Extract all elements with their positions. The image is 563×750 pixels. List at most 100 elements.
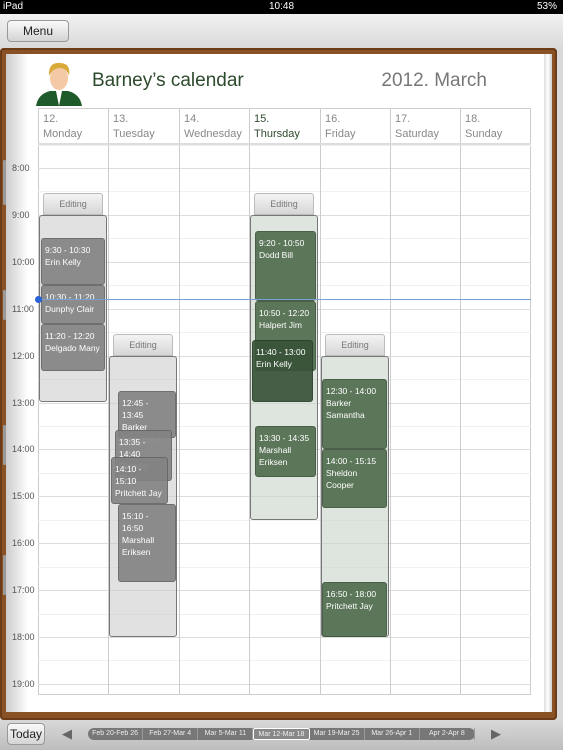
hour-label: 13:00 (12, 397, 35, 408)
hour-label: 10:00 (12, 256, 35, 267)
hour-label: 16:00 (12, 538, 35, 549)
event-card[interactable]: 16:50 - 18:00 Pritchett Jay (322, 582, 387, 637)
event-card[interactable]: 15:10 - 16:50 Marshall Eriksen (118, 504, 176, 583)
week-option[interactable]: Feb 27-Mar 4 (143, 728, 199, 740)
day-name: Tuesday (113, 128, 155, 140)
toolbar: Menu (0, 14, 563, 50)
week-option[interactable]: Mar 26-Apr 1 (365, 728, 420, 740)
event-title: Pritchett Jay (115, 488, 162, 499)
event-time: 14:10 - 15:10 (115, 464, 142, 487)
day-header-sunday[interactable]: 18. Sunday (460, 108, 531, 145)
editing-tab[interactable]: Editing (113, 333, 173, 356)
day-name: Thursday (254, 128, 300, 140)
event-time: 10:30 - 11:20 (45, 292, 95, 303)
day-header-wednesday[interactable]: 14. Wednesday (179, 108, 249, 145)
page-tab (3, 160, 6, 205)
hour-label: 9:00 (12, 209, 30, 220)
event-time: 15:10 - 16:50 (122, 511, 149, 534)
event-title: Barker Samantha (326, 398, 365, 421)
week-option[interactable]: Mar 19-Mar 25 (310, 728, 365, 740)
event-title: Dodd Bill (259, 249, 294, 260)
day-number: 14. (184, 113, 200, 125)
event-card[interactable]: 10:30 - 11:20 Dunphy Clair (41, 285, 105, 325)
hour-line (38, 637, 531, 638)
day-header-saturday[interactable]: 17. Saturday (390, 108, 460, 145)
event-title: Marshall Eriksen (259, 444, 292, 467)
day-name: Saturday (395, 128, 440, 140)
hour-label: 11:00 (12, 303, 34, 314)
event-card[interactable]: 11:20 - 12:20 Delgado Many (41, 324, 105, 372)
day-name: Sunday (465, 128, 503, 140)
previous-week-arrow-icon[interactable]: ◀ (62, 726, 72, 742)
page-tab (3, 290, 6, 320)
next-week-arrow-icon[interactable]: ▶ (491, 726, 501, 742)
event-title: Dunphy Clair (45, 304, 95, 315)
column-divider (179, 108, 180, 695)
week-option[interactable]: Mar 12-Mar 18 (253, 728, 310, 740)
event-title: Delgado Many (45, 343, 100, 354)
day-number: 17. (395, 113, 411, 125)
event-title: Halpert Jim (259, 319, 302, 330)
battery: 53% (536, 1, 557, 12)
day-header-friday[interactable]: 16. Friday (320, 108, 390, 145)
page-edge (544, 54, 552, 712)
event-card[interactable]: 13:30 - 14:35 Marshall Eriksen (255, 425, 316, 477)
half-hour-line (38, 660, 531, 662)
day-name: Friday (325, 128, 356, 140)
event-time: 11:20 - 12:20 (45, 331, 95, 342)
week-option[interactable]: Mar 5-Mar 11 (198, 728, 254, 740)
hour-line (38, 683, 531, 685)
day-number: 16. (325, 113, 341, 125)
event-card[interactable]: 14:10 - 15:10 Pritchett Jay (111, 457, 168, 505)
day-name: Wednesday (184, 128, 242, 140)
column-divider (460, 108, 461, 695)
event-card[interactable]: 14:00 - 15:15 Sheldon Cooper (322, 449, 387, 509)
month-label: 2012. March (381, 70, 487, 91)
event-time: 12:45 - 13:45 (122, 397, 149, 420)
hour-label: 19:00 (12, 678, 35, 689)
editing-tab[interactable]: Editing (43, 192, 103, 215)
hour-line (38, 168, 531, 169)
event-title: Marshall Eriksen (122, 535, 155, 558)
day-number: 13. (113, 113, 129, 125)
today-button[interactable]: Today (7, 723, 45, 745)
event-time: 9:30 - 10:30 (45, 245, 91, 256)
day-name: Monday (43, 128, 83, 140)
event-card[interactable]: 9:20 - 10:50 Dodd Bill (255, 230, 316, 301)
hour-label: 17:00 (12, 585, 35, 596)
event-title: Erin Kelly (256, 358, 292, 369)
clock: 10:48 (268, 1, 295, 12)
hour-label: 8:00 (12, 163, 30, 173)
event-title: Sheldon Cooper (326, 468, 358, 491)
editing-tab[interactable]: Editing (254, 192, 314, 215)
calendar-title: Barney’s calendar (92, 70, 244, 91)
event-card[interactable]: 9:30 - 10:30 Erin Kelly (41, 238, 105, 286)
week-selector[interactable]: Feb 20-Feb 26 Feb 27-Mar 4 Mar 5-Mar 11 Mar… (88, 728, 475, 740)
event-card[interactable]: 11:40 - 13:00 Erin Kelly (252, 339, 313, 403)
user-avatar (36, 62, 82, 106)
hour-label: 12:00 (12, 350, 35, 361)
current-time-line (38, 299, 531, 301)
event-time: 16:50 - 18:00 (326, 589, 377, 600)
hour-label: 15:00 (12, 491, 35, 502)
day-header-tuesday[interactable]: 13. Tuesday (108, 108, 179, 145)
event-card[interactable]: 12:30 - 14:00 Barker Samantha (322, 379, 387, 450)
menu-button[interactable]: Menu (7, 20, 69, 42)
page-binding (6, 54, 28, 712)
event-time: 14:00 - 15:15 (326, 456, 377, 467)
event-title: Pritchett Jay (326, 601, 373, 612)
hour-label: 18:00 (12, 632, 35, 642)
page-tab (3, 425, 6, 465)
bottom-bar: Today ◀ Feb 20-Feb 26 Feb 27-Mar 4 Mar 5-M… (0, 720, 563, 750)
day-header-monday[interactable]: 12. Monday (38, 108, 108, 145)
hour-label: 14:00 (12, 444, 35, 455)
week-option[interactable]: Apr 2-Apr 8 (420, 728, 475, 740)
status-bar: iPad 10:48 53% (0, 0, 563, 14)
event-time: 10:50 - 12:20 (259, 307, 310, 318)
event-time: 13:30 - 14:35 (259, 432, 310, 443)
event-time: 12:30 - 14:00 (326, 386, 377, 397)
editing-tab[interactable]: Editing (325, 333, 385, 356)
week-option[interactable]: Feb 20-Feb 26 (88, 728, 144, 740)
day-header-thursday[interactable]: 15. Thursday (249, 108, 320, 145)
page-tab (3, 555, 6, 595)
